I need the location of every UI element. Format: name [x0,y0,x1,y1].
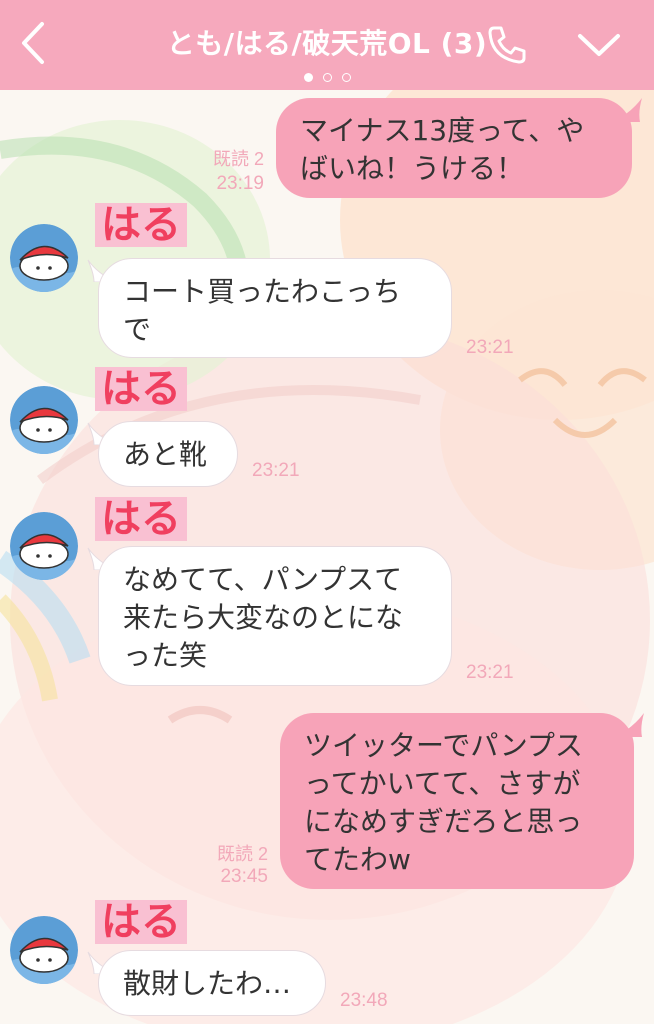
chat-header: とも/はる/破天荒OL (3) [0,0,654,90]
message-bubble-incoming[interactable]: なめてて、パンプスて 来たら大変なのとにな った笑 [98,546,452,686]
page-dot [322,73,332,82]
avatar[interactable] [10,512,78,580]
message-bubble-incoming[interactable]: あと靴 [98,421,238,487]
page-dot-active [303,73,313,82]
sender-name: はる [95,367,187,411]
message-time: 23:21 [252,460,300,481]
read-receipt: 既読 2 [212,149,264,169]
sender-name: はる [95,900,187,944]
read-receipt: 既読 2 [216,844,268,864]
avatar[interactable] [10,916,78,984]
message-time: 23:45 [220,866,268,887]
page-dot [341,73,351,82]
message-time: 23:48 [340,990,388,1011]
message-time: 23:19 [216,173,264,194]
message-time: 23:21 [466,337,514,358]
avatar[interactable] [10,386,78,454]
page-indicator [0,67,654,82]
chat-title[interactable]: とも/はる/破天荒OL (3) [0,22,654,62]
message-bubble-outgoing[interactable]: ツイッターでパンプス ってかいてて、さすが になめすぎだろと思っ てたわw [280,713,634,889]
phone-icon[interactable] [484,22,530,68]
sender-name: はる [95,497,187,541]
sender-name: はる [95,203,187,247]
message-list: マイナス13度って、や ばいね！うける！ 既読 2 23:19 はる コート買っ… [0,0,654,1024]
message-time: 23:21 [466,662,514,683]
message-bubble-incoming[interactable]: コート買ったわこっち で [98,258,452,358]
message-bubble-outgoing[interactable]: マイナス13度って、や ばいね！うける！ [276,98,632,198]
avatar[interactable] [10,224,78,292]
chevron-down-icon[interactable] [572,22,626,68]
message-bubble-incoming[interactable]: 散財したわ… [98,950,326,1016]
